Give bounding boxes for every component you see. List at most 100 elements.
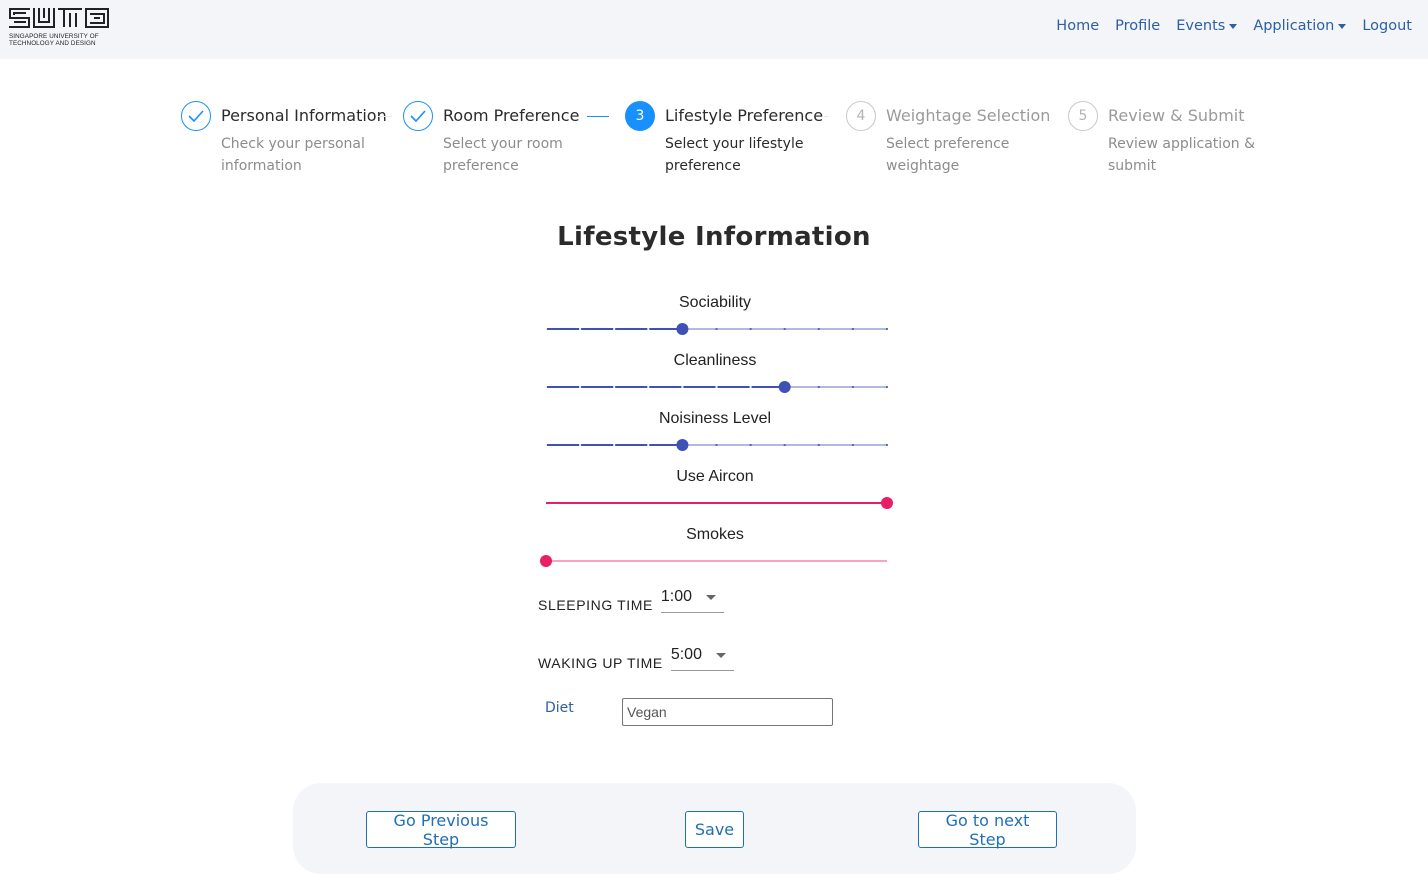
step-number-badge: 5 — [1068, 101, 1098, 131]
waking-time-row: WAKING UP TIME 5:00 — [538, 646, 734, 671]
slider-tick-mark — [749, 444, 752, 446]
slider-tick-mark — [783, 444, 786, 446]
nav-events-label: Events — [1176, 18, 1226, 34]
sleeping-time-label: SLEEPING TIME — [538, 597, 653, 613]
cleanliness-label: Cleanliness — [673, 352, 757, 369]
slider-tick-mark — [545, 444, 547, 446]
slider-tick-mark — [613, 386, 616, 388]
caret-down-icon — [1229, 24, 1238, 29]
sutd-logo-mark — [9, 8, 109, 28]
slider-tick-mark — [886, 444, 888, 446]
nav-profile-label: Profile — [1115, 18, 1161, 34]
action-bar: Go Previous Step Save Go to next Step — [293, 783, 1136, 874]
nav-application-label: Application — [1253, 18, 1335, 34]
use-aircon-label: Use Aircon — [676, 468, 754, 485]
nav-application-dropdown[interactable]: Application — [1253, 18, 1347, 34]
caret-down-icon — [1338, 24, 1347, 29]
sleeping-time-value: 1:00 — [660, 588, 693, 605]
step-title: Review & Submit — [1108, 106, 1245, 125]
slider-tick-mark — [715, 328, 718, 330]
diet-label: Diet — [545, 700, 574, 716]
slider-tick-mark — [851, 444, 854, 446]
sleeping-time-select[interactable]: 1:00 — [660, 588, 725, 613]
sociability-label: Sociability — [678, 294, 752, 311]
noisiness-level-label: Noisiness Level — [658, 410, 772, 427]
noisiness-level-slider[interactable] — [545, 438, 888, 452]
step-title: Personal Information — [221, 106, 387, 125]
slider-thumb — [778, 381, 791, 393]
logo-subtitle: SINGAPORE UNIVERSITY OF TECHNOLOGY AND D… — [9, 33, 119, 47]
slider-tick-mark — [886, 328, 888, 330]
slider-tick-mark — [817, 386, 820, 388]
diet-input[interactable] — [622, 698, 833, 726]
nav-logout-label: Logout — [1362, 18, 1412, 34]
nav-logout-link[interactable]: Logout — [1362, 18, 1412, 34]
check-icon — [403, 101, 433, 131]
smokes-label: Smokes — [686, 526, 744, 543]
step-description: Select your room preference — [443, 136, 563, 174]
save-button[interactable]: Save — [685, 811, 744, 848]
slider-tick-mark — [647, 386, 650, 388]
go-previous-step-button[interactable]: Go Previous Step — [366, 811, 516, 849]
dropdown-arrow-icon — [715, 652, 726, 658]
dropdown-arrow-icon — [706, 594, 717, 600]
step-description: Check your personal information — [221, 136, 365, 174]
slider-graphic — [546, 497, 893, 509]
slider-tick-mark — [681, 386, 684, 388]
step-connector — [587, 116, 609, 117]
slider-tick-mark — [749, 328, 752, 330]
step-title: Room Preference — [443, 106, 580, 125]
slider-thumb — [881, 497, 893, 509]
slider-graphic — [545, 381, 888, 393]
slider-tick-mark — [749, 386, 752, 388]
step-title: Lifestyle Preference — [665, 106, 824, 125]
slider-graphic — [540, 555, 887, 567]
waking-time-select[interactable]: 5:00 — [670, 646, 734, 671]
step-description: Review application & submit — [1108, 136, 1255, 174]
nav-events-dropdown[interactable]: Events — [1176, 18, 1238, 34]
slider-tick-mark — [579, 444, 582, 446]
sleeping-time-row: SLEEPING TIME 1:00 — [538, 588, 725, 613]
waking-time-value: 5:00 — [670, 646, 702, 663]
logo-subtitle-line-2: TECHNOLOGY AND DESIGN — [9, 39, 96, 47]
sutd-logo[interactable]: SINGAPORE UNIVERSITY OF TECHNOLOGY AND D… — [8, 7, 112, 49]
slider-tick-mark — [579, 386, 582, 388]
step-number-badge: 4 — [846, 101, 876, 131]
slider-tick-mark — [613, 444, 616, 446]
slider-tick-mark — [817, 328, 820, 330]
slider-tick-mark — [715, 444, 718, 446]
slider-graphic — [545, 439, 888, 451]
slider-tick-mark — [647, 328, 650, 330]
slider-tick-mark — [545, 328, 547, 330]
step-title: Weightage Selection — [886, 106, 1051, 125]
waking-time-label: WAKING UP TIME — [538, 655, 663, 671]
slider-tick-mark — [647, 444, 650, 446]
slider-tick-mark — [613, 328, 616, 330]
slider-tick-mark — [817, 444, 820, 446]
slider-thumb — [676, 323, 689, 335]
slider-thumb — [676, 439, 689, 451]
step-description: Select preference weightage — [886, 136, 1010, 174]
nav-home-label: Home — [1056, 18, 1100, 34]
step-connector — [378, 116, 392, 117]
sociability-slider[interactable] — [545, 322, 888, 336]
slider-tick-mark — [851, 386, 854, 388]
step-description: Select your lifestyle preference — [665, 136, 804, 174]
step-number-badge: 3 — [625, 101, 655, 131]
nav-home-link[interactable]: Home — [1056, 18, 1099, 34]
use-aircon-slider[interactable] — [546, 496, 893, 510]
slider-thumb — [540, 555, 552, 567]
smokes-slider[interactable] — [540, 554, 887, 568]
cleanliness-slider[interactable] — [545, 380, 888, 394]
nav-profile-link[interactable]: Profile — [1115, 18, 1160, 34]
top-navbar: SINGAPORE UNIVERSITY OF TECHNOLOGY AND D… — [0, 0, 1428, 59]
form-title: Lifestyle Information — [557, 222, 871, 252]
step-connector — [824, 116, 828, 117]
slider-tick-mark — [715, 386, 718, 388]
slider-tick-mark — [783, 328, 786, 330]
slider-tick-mark — [886, 386, 888, 388]
slider-tick-mark — [545, 386, 547, 388]
go-to-next-step-button[interactable]: Go to next Step — [918, 811, 1057, 849]
slider-tick-mark — [579, 328, 582, 330]
nav-links: Home Profile Events Application Logout — [1056, 18, 1412, 34]
